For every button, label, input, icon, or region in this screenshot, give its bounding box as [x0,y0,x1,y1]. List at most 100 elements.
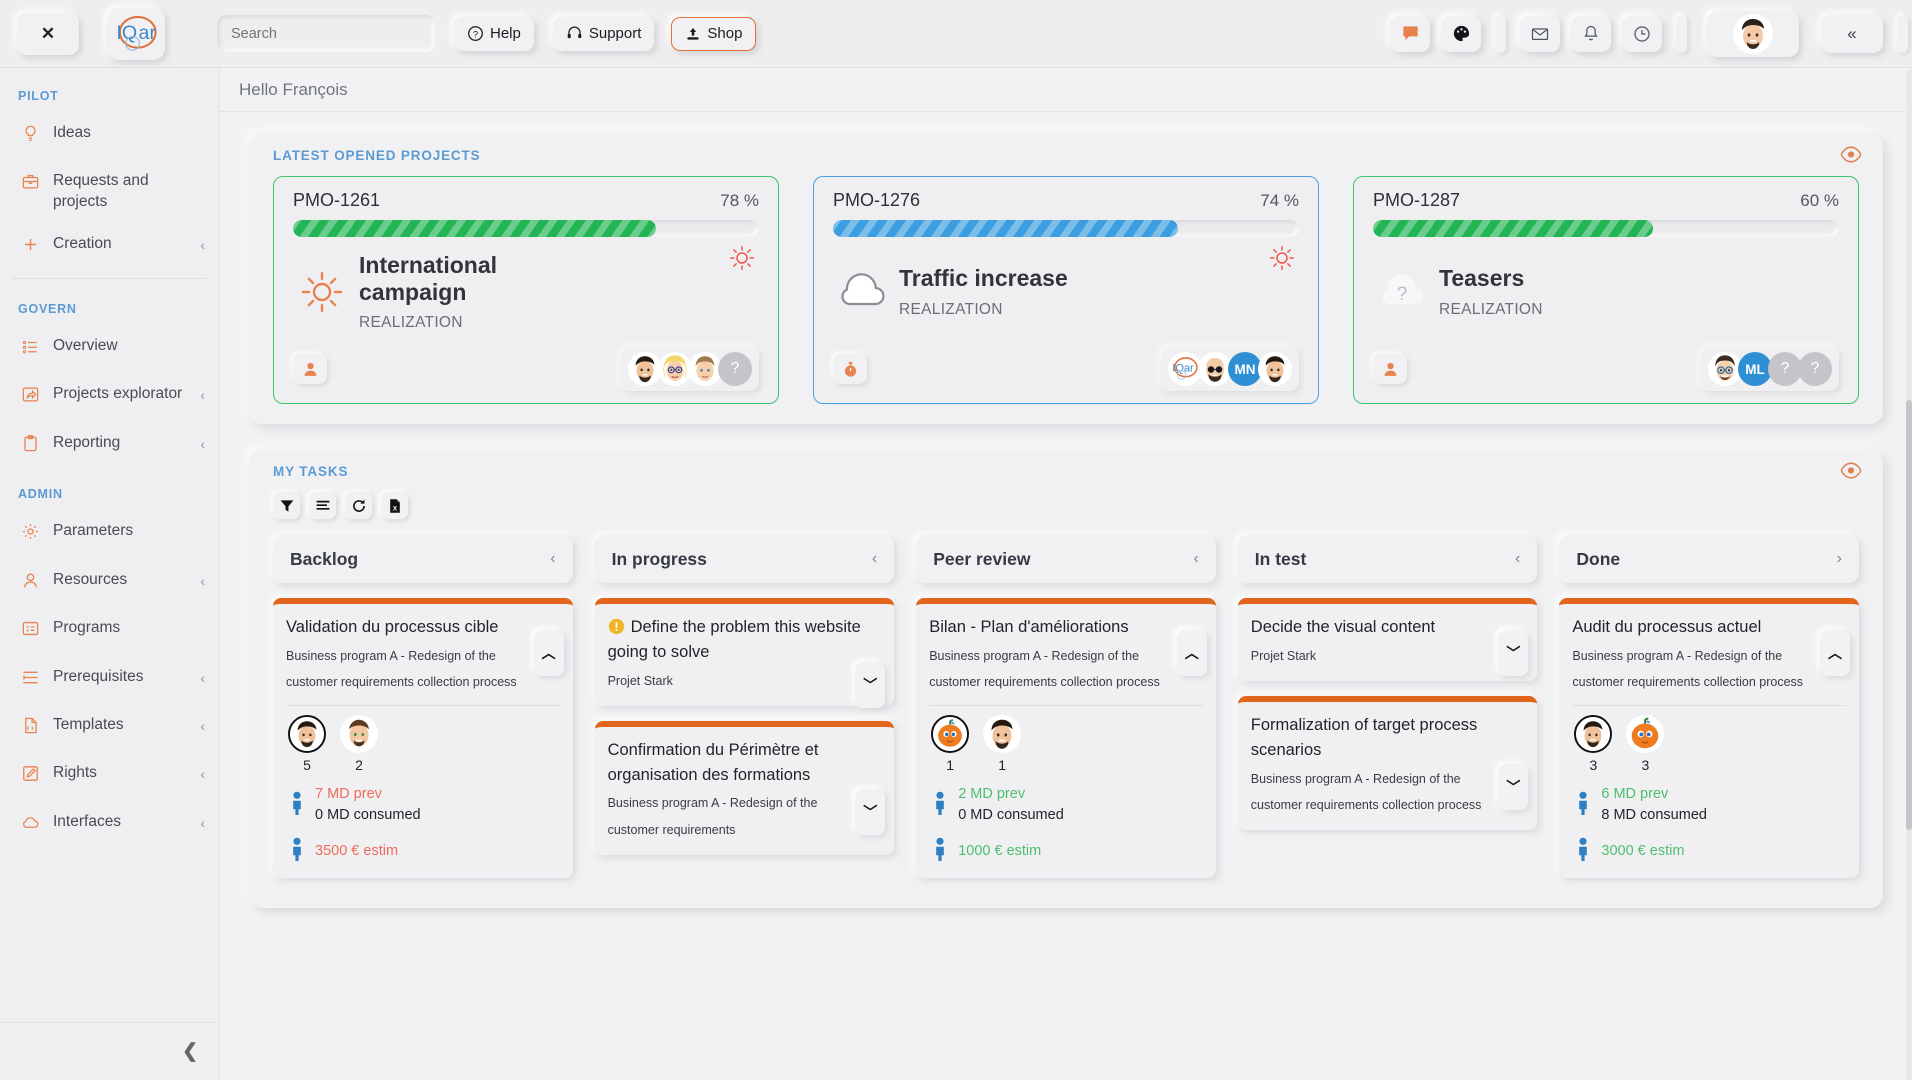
chevron-left-icon[interactable]: ‹ [200,765,205,783]
collapse-topbar-button[interactable]: « [1821,14,1883,53]
sidebar-item-projects-explorator[interactable]: Projects explorator ‹ [0,373,219,421]
kanban-column-header[interactable]: Done › [1559,535,1859,583]
sidebar-item-programs[interactable]: Programs [0,607,219,655]
chevron-left-icon[interactable]: ‹ [872,550,877,568]
task-card[interactable]: Decide the visual content Projet Stark ﹀ [1237,598,1538,681]
kanban-column-header[interactable]: In test ‹ [1237,535,1538,583]
metric-planned: 3000 € estim [1601,843,1685,860]
sidebar-item-overview[interactable]: Overview [0,325,219,373]
notifications-button[interactable] [1571,15,1611,52]
mail-button[interactable] [1520,15,1560,52]
task-expand-toggle[interactable]: ﹀ [855,662,886,708]
profile-button[interactable] [1707,10,1799,57]
search-box[interactable] [217,15,435,52]
page-scrollbar[interactable] [1906,70,1912,1080]
close-button[interactable]: ✕ [17,12,79,55]
task-card[interactable]: Validation du processus cible Business p… [273,598,573,879]
chevron-right-icon[interactable]: › [1837,550,1842,568]
assignee-avatar[interactable] [1626,715,1665,754]
chevron-left-icon[interactable]: ‹ [550,550,555,568]
theme-button[interactable] [1441,15,1481,52]
kanban-column-header[interactable]: Peer review ‹ [916,535,1216,583]
kanban-column-label: In test [1254,548,1307,569]
task-expand-toggle[interactable]: ︿ [533,630,564,676]
chevron-left-icon[interactable]: ‹ [200,717,205,735]
assignee-avatar[interactable] [931,715,970,754]
app-logo[interactable]: IQ ar [107,7,165,60]
kanban-column-header[interactable]: In progress ‹ [594,535,895,583]
task-expand-toggle[interactable]: ﹀ [1498,630,1529,676]
task-expand-toggle[interactable]: ︿ [1176,630,1207,676]
filter-button[interactable] [273,492,300,519]
project-card[interactable]: PMO-1287 60 % ? Teasers REALIZATION ML?? [1353,176,1859,404]
sidebar-item-ideas[interactable]: Ideas [0,112,219,160]
sidebar-item-creation[interactable]: Creation ‹ [0,223,219,271]
chevron-left-icon[interactable]: ‹ [200,669,205,687]
sidebar-collapse-button[interactable]: ❮ [0,1022,219,1080]
chevron-left-icon[interactable]: ‹ [200,435,205,453]
support-button[interactable]: Support [552,16,655,51]
search-input[interactable] [231,25,421,42]
sidebar-item-rights[interactable]: Rights ‹ [0,752,219,800]
avatar-photo[interactable] [1198,352,1232,386]
task-card[interactable]: Define the problem this website going to… [594,598,895,708]
chevron-left-icon[interactable]: ‹ [200,236,205,254]
indent-list-icon [23,671,38,683]
assignee-avatar[interactable] [1574,715,1613,754]
refresh-button[interactable] [345,492,372,519]
sidebar-item-resources[interactable]: Resources ‹ [0,559,219,607]
avatar-unknown[interactable]: ? [1768,352,1802,386]
sidebar-item-requests-and-projects[interactable]: Requests and projects [0,160,219,223]
sidebar-item-prerequisites[interactable]: Prerequisites ‹ [0,656,219,704]
task-card[interactable]: Confirmation du Périmètre et organisatio… [594,720,895,855]
excel-export-button[interactable]: X [381,492,408,519]
avatar-initials[interactable]: MN [1228,352,1262,386]
shop-button[interactable]: Shop [671,16,757,51]
list-lines-button[interactable] [309,492,336,519]
feedback-button[interactable] [1390,15,1430,52]
task-expand-toggle[interactable]: ﹀ [855,788,886,835]
help-button[interactable]: ? Help [454,16,534,51]
project-alert-icon[interactable] [727,243,757,278]
project-role-badge[interactable] [1373,354,1407,384]
avatar-unknown[interactable]: ? [1798,352,1832,386]
sidebar-item-reporting[interactable]: Reporting ‹ [0,422,219,470]
chevron-left-icon[interactable]: ‹ [200,814,205,832]
avatar-photo[interactable] [1258,352,1292,386]
chevron-left-icon[interactable]: ‹ [1193,550,1198,568]
avatar-company-logo[interactable]: IQar [1168,352,1202,386]
project-role-badge[interactable] [293,354,327,384]
kanban-column-header[interactable]: Backlog ‹ [273,535,573,583]
task-expand-toggle[interactable]: ︿ [1819,630,1850,676]
eye-icon[interactable] [1840,146,1862,163]
chevron-left-icon[interactable]: ‹ [200,386,205,404]
chevron-left-icon[interactable]: ‹ [1515,550,1520,568]
assignee-avatar[interactable] [288,715,326,754]
chevron-left-icon[interactable]: ‹ [200,572,205,590]
project-card[interactable]: PMO-1261 78 % International campaign REA… [273,176,779,404]
task-card[interactable]: Formalization of target process scenario… [1237,696,1538,830]
avatar-photo[interactable] [688,352,722,386]
topbar-separator-left [1495,14,1506,53]
task-subtitle: Projet Stark [607,673,673,688]
task-card[interactable]: Bilan - Plan d'améliorations Business pr… [916,598,1216,879]
scrollbar-thumb[interactable] [1906,400,1912,830]
avatar-initials[interactable]: ML [1738,352,1772,386]
avatar-unknown[interactable]: ? [718,352,752,386]
eye-icon[interactable] [1840,462,1862,479]
avatar-photo[interactable] [628,352,662,386]
task-card[interactable]: Audit du processus actuel Business progr… [1559,598,1859,879]
history-button[interactable] [1622,15,1662,52]
project-card[interactable]: PMO-1276 74 % Traffic increase REALIZATI… [813,176,1319,404]
avatar-photo[interactable] [1708,352,1742,386]
task-expand-toggle[interactable]: ﹀ [1498,764,1529,810]
avatar-photo[interactable] [658,352,692,386]
assignee-avatar[interactable] [340,715,378,754]
project-role-badge[interactable] [833,354,867,384]
project-alert-icon[interactable] [1267,243,1297,278]
sidebar-item-parameters[interactable]: Parameters [0,510,219,558]
assignee-avatar[interactable] [983,715,1022,754]
sidebar-item-templates[interactable]: Templates ‹ [0,704,219,752]
top-bar: ✕ IQ ar ? Help Support Shop [0,0,1912,68]
sidebar-item-interfaces[interactable]: Interfaces ‹ [0,801,219,849]
